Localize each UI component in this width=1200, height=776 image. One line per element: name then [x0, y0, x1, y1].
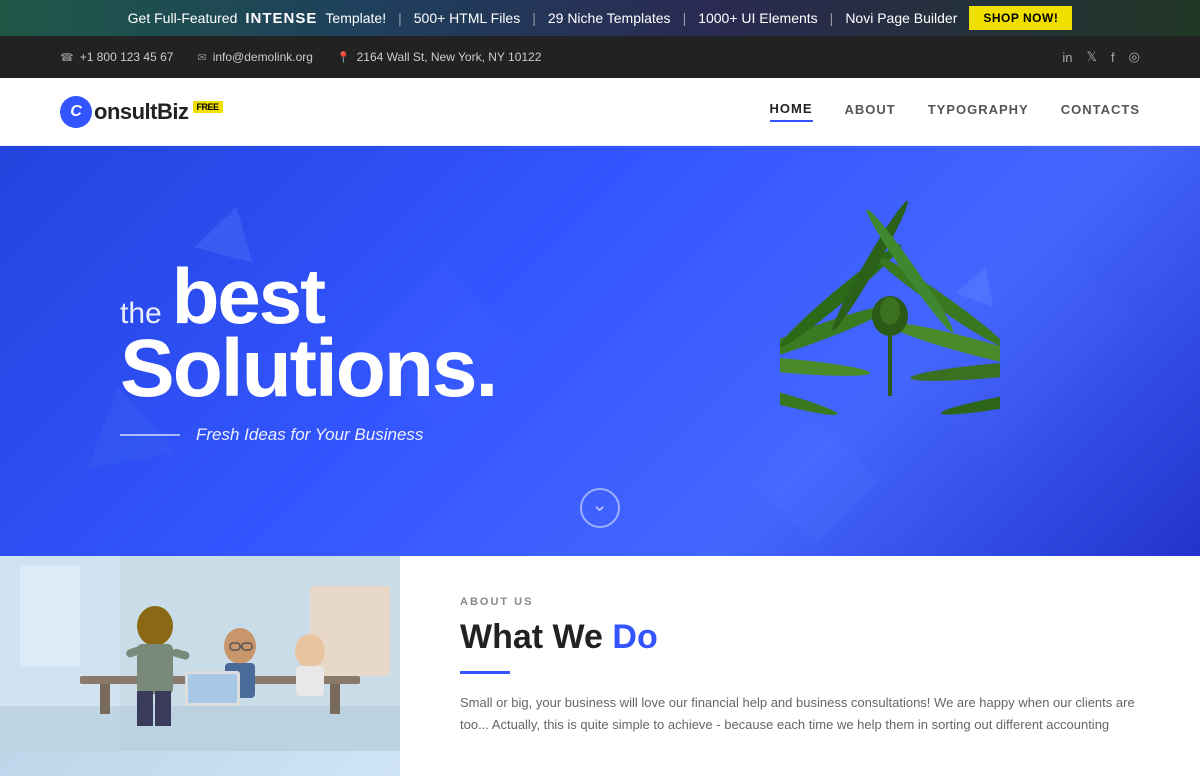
hero-content: the best Solutions. Fresh Ideas for Your… — [0, 257, 616, 446]
promo-feature-1: 500+ HTML Files — [414, 10, 520, 26]
nav-about[interactable]: ABOUT — [845, 102, 896, 121]
logo-letter: C — [70, 103, 82, 121]
nav-contacts[interactable]: CONTACTS — [1061, 102, 1140, 121]
about-body-text: Small or big, your business will love ou… — [460, 692, 1140, 736]
promo-brand: INTENSE — [245, 10, 317, 27]
plant-decoration — [780, 196, 1000, 476]
logo-icon: C — [60, 96, 92, 128]
hero-line — [120, 434, 180, 436]
contact-items: ☎ +1 800 123 45 67 ✉ info@demolink.org 📍… — [60, 50, 541, 64]
phone-contact: ☎ +1 800 123 45 67 — [60, 50, 173, 64]
shop-now-button[interactable]: SHOP NOW! — [969, 6, 1072, 30]
email-address: info@demolink.org — [213, 50, 313, 64]
nav-home[interactable]: HOME — [770, 101, 813, 122]
promo-banner: Get Full-Featured INTENSE Template! | 50… — [0, 0, 1200, 36]
address-text: 2164 Wall St, New York, NY 10122 — [357, 50, 542, 64]
main-nav: HOME ABOUT TYPOGRAPHY CONTACTS — [770, 101, 1141, 122]
about-section: ABOUT US What We Do Small or big, your b… — [0, 556, 1200, 776]
location-icon: 📍 — [337, 51, 351, 64]
hero-tagline: Fresh Ideas for Your Business — [196, 425, 423, 445]
address-contact: 📍 2164 Wall St, New York, NY 10122 — [337, 50, 541, 64]
phone-number: +1 800 123 45 67 — [80, 50, 174, 64]
email-contact: ✉ info@demolink.org — [197, 50, 312, 64]
linkedin-icon[interactable]: in — [1062, 50, 1072, 65]
about-title-normal: What We — [460, 618, 603, 656]
hero-section: the best Solutions. Fresh Ideas for Your… — [0, 146, 1200, 556]
about-content: ABOUT US What We Do Small or big, your b… — [400, 556, 1200, 776]
scroll-down-button[interactable]: › — [580, 488, 620, 528]
promo-prefix: Get Full-Featured — [128, 10, 238, 26]
promo-text: Get Full-Featured INTENSE Template! | 50… — [128, 10, 958, 27]
logo-badge: FREE — [193, 101, 223, 113]
contact-bar: ☎ +1 800 123 45 67 ✉ info@demolink.org 📍… — [0, 36, 1200, 78]
promo-divider-1: | — [398, 10, 402, 26]
promo-divider-4: | — [830, 10, 834, 26]
logo[interactable]: C onsultBiz FREE — [60, 96, 223, 128]
about-title-highlight: Do — [612, 618, 657, 656]
twitter-icon[interactable]: 𝕏 — [1087, 49, 1097, 65]
promo-suffix: Template! — [325, 10, 386, 26]
nav-typography[interactable]: TYPOGRAPHY — [928, 102, 1029, 121]
about-title: What We Do — [460, 618, 1140, 657]
promo-divider-3: | — [683, 10, 687, 26]
phone-icon: ☎ — [60, 51, 74, 64]
email-icon: ✉ — [197, 51, 206, 64]
promo-feature-2: 29 Niche Templates — [548, 10, 671, 26]
hero-title-main: Solutions. — [120, 330, 496, 408]
instagram-icon[interactable]: ◎ — [1129, 49, 1140, 65]
promo-feature-4: Novi Page Builder — [845, 10, 957, 26]
about-image — [0, 556, 400, 776]
about-label: ABOUT US — [460, 596, 1140, 608]
promo-feature-3: 1000+ UI Elements — [698, 10, 817, 26]
social-icons: in 𝕏 f ◎ — [1062, 49, 1140, 65]
about-divider — [460, 671, 510, 674]
logo-text: onsultBiz FREE — [94, 99, 223, 125]
header: C onsultBiz FREE HOME ABOUT TYPOGRAPHY CO… — [0, 78, 1200, 146]
promo-divider-2: | — [532, 10, 536, 26]
hero-tagline-wrapper: Fresh Ideas for Your Business — [120, 425, 496, 445]
chevron-down-icon: › — [590, 505, 611, 511]
facebook-icon[interactable]: f — [1111, 50, 1115, 65]
logo-name: onsultBiz — [94, 99, 189, 124]
